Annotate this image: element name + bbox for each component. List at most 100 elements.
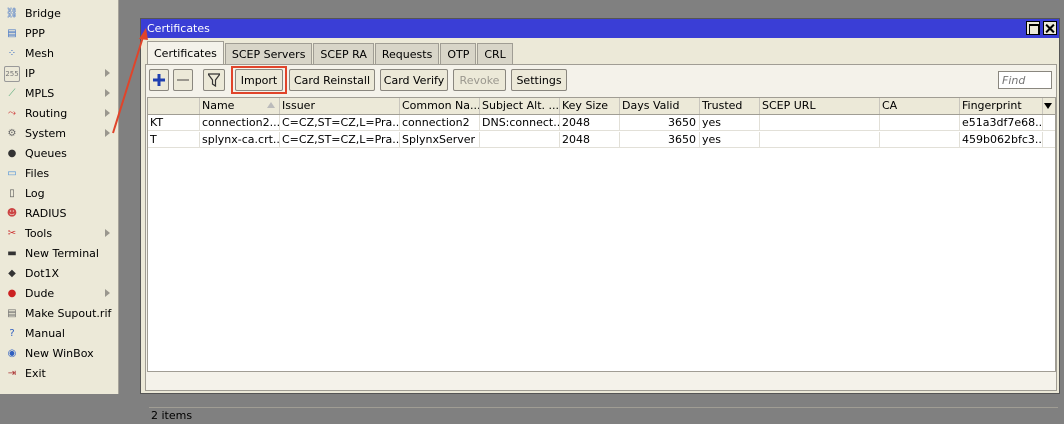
table-row[interactable]: KT connection2.... C=CZ,ST=CZ,L=Pra... conn… <box>148 115 1055 131</box>
cell-flags: T <box>148 132 200 148</box>
supout-document-icon: ▤ <box>7 307 17 319</box>
sidebar-item-manual[interactable]: ? Manual <box>4 324 116 343</box>
cell-days-valid: 3650 <box>620 115 700 131</box>
sidebar-item-label: Tools <box>25 227 53 240</box>
column-header-issuer[interactable]: Issuer <box>280 98 400 114</box>
sidebar-item-tools[interactable]: ✂ Tools <box>4 224 116 243</box>
add-button[interactable] <box>149 69 169 91</box>
tab-scep-ra[interactable]: SCEP RA <box>313 43 374 64</box>
sidebar-item-label: Bridge <box>25 7 61 20</box>
find-input[interactable] <box>998 71 1052 89</box>
submenu-arrow-icon <box>105 89 110 97</box>
card-verify-button[interactable]: Card Verify <box>380 69 448 91</box>
column-header-ca[interactable]: CA <box>880 98 960 114</box>
tab-crl[interactable]: CRL <box>477 43 513 64</box>
sidebar-item-files[interactable]: ▭ Files <box>4 164 116 183</box>
column-header-common-name[interactable]: Common Na... <box>400 98 480 114</box>
sidebar-item-system[interactable]: ⚙ System <box>4 124 116 143</box>
column-header-label: CA <box>882 99 898 112</box>
sidebar-item-label: System <box>25 127 67 140</box>
tab-scep-servers[interactable]: SCEP Servers <box>224 43 313 64</box>
settings-button[interactable]: Settings <box>511 69 567 91</box>
tab-bar: Certificates SCEP Servers SCEP RA Reques… <box>147 41 514 64</box>
certificates-window: Certificates Certificates SCEP Servers S… <box>140 18 1060 422</box>
window-title: Certificates <box>147 22 210 35</box>
submenu-arrow-icon <box>105 69 110 77</box>
plus-icon <box>153 74 165 86</box>
column-header-days-valid[interactable]: Days Valid <box>620 98 700 114</box>
sidebar-item-label: Queues <box>25 147 67 160</box>
sidebar-item-label: Exit <box>25 367 46 380</box>
cell-days-valid: 3650 <box>620 132 700 148</box>
table-row[interactable]: Tsplynx-ca.crt.... C=CZ,ST=CZ,L=Pra... Spl… <box>148 132 1055 148</box>
routing-icon: ⤳ <box>8 107 16 119</box>
bridge-icon: ⛓ <box>5 7 19 19</box>
winbox-icon: ◉ <box>7 347 17 359</box>
column-header-label: SCEP URL <box>762 99 816 112</box>
column-chooser-dropdown-icon[interactable] <box>1041 98 1055 114</box>
sidebar-item-label: RADIUS <box>25 207 67 220</box>
minus-icon <box>177 79 189 81</box>
column-header-name[interactable]: Name <box>200 98 280 114</box>
sidebar-item-make-supout-rif[interactable]: ▤ Make Supout.rif <box>4 304 116 323</box>
sidebar-item-dude[interactable]: ● Dude <box>4 284 116 303</box>
sidebar-item-queues[interactable]: ● Queues <box>4 144 116 163</box>
sidebar-item-ip[interactable]: 255 IP <box>4 64 116 83</box>
sidebar-item-exit[interactable]: ⇥ Exit <box>4 364 116 383</box>
card-reinstall-button[interactable]: Card Reinstall <box>289 69 375 91</box>
column-header-subject-alt-name[interactable]: Subject Alt. ... <box>480 98 560 114</box>
window-titlebar[interactable]: Certificates <box>141 19 1059 38</box>
column-header-trusted[interactable]: Trusted <box>700 98 760 114</box>
cell-subject-alt-name: DNS:connect... <box>482 115 560 131</box>
remove-button[interactable] <box>173 69 193 91</box>
sidebar-item-bridge[interactable]: ⛓ Bridge <box>4 4 116 23</box>
cell-scep-url <box>760 115 880 131</box>
sidebar-item-new-terminal[interactable]: ▬ New Terminal <box>4 244 116 263</box>
cell-name: splynx-ca.crt.... <box>202 132 280 148</box>
tab-certificates[interactable]: Certificates <box>147 41 224 64</box>
column-header-key-size[interactable]: Key Size <box>560 98 620 114</box>
tab-requests[interactable]: Requests <box>374 43 440 64</box>
sidebar-item-label: Make Supout.rif <box>25 307 112 320</box>
certificates-table: Name Issuer Common Na... Subject Alt. ... Ke… <box>147 97 1058 422</box>
column-header-label: Common Na... <box>402 99 480 112</box>
column-header-fingerprint[interactable]: Fingerprint <box>960 98 1043 114</box>
column-header-label: Trusted <box>702 99 743 112</box>
exit-icon: ⇥ <box>7 367 17 379</box>
close-window-icon[interactable] <box>1043 21 1057 35</box>
table-header: Name Issuer Common Na... Subject Alt. ... Ke… <box>148 98 1055 115</box>
sidebar-item-label: Mesh <box>25 47 54 60</box>
ppp-icon: ▤ <box>7 27 17 39</box>
column-header-flags[interactable] <box>148 98 200 114</box>
sidebar-item-dot1x[interactable]: ◆ Dot1X <box>4 264 116 283</box>
sidebar-item-ppp[interactable]: ▤ PPP <box>4 24 116 43</box>
sidebar-item-label: New WinBox <box>25 347 94 360</box>
filter-button[interactable] <box>203 69 225 91</box>
cell-fingerprint: 459b062bfc3... <box>962 132 1043 148</box>
toolbar: Import Card Reinstall Card Verify Revoke… <box>149 66 1054 94</box>
dude-icon: ● <box>7 287 17 299</box>
sidebar-item-mesh[interactable]: ⁘ Mesh <box>4 44 116 63</box>
restore-window-icon[interactable] <box>1026 21 1040 35</box>
sidebar-item-label: Log <box>25 187 45 200</box>
sidebar-item-new-winbox[interactable]: ◉ New WinBox <box>4 344 116 363</box>
cell-name: connection2.... <box>202 115 280 131</box>
sidebar-item-radius[interactable]: ☻ RADIUS <box>4 204 116 223</box>
sidebar-item-label: MPLS <box>25 87 55 100</box>
submenu-arrow-icon <box>105 289 110 297</box>
mpls-icon: ⟋ <box>8 87 16 99</box>
import-button[interactable]: Import <box>235 69 283 91</box>
column-header-scep-url[interactable]: SCEP URL <box>760 98 880 114</box>
tab-otp[interactable]: OTP <box>440 43 477 64</box>
sidebar-item-label: IP <box>25 67 35 80</box>
cell-key-size: 2048 <box>560 115 620 131</box>
cell-common-name: connection2 <box>400 115 480 131</box>
certificates-panel: Import Card Reinstall Card Verify Revoke… <box>145 64 1058 422</box>
sidebar-item-label: Dot1X <box>25 267 60 280</box>
revoke-button[interactable]: Revoke <box>453 69 506 91</box>
sidebar-item-mpls[interactable]: ⟋ MPLS <box>4 84 116 103</box>
sidebar-item-label: Manual <box>25 327 65 340</box>
column-header-label: Issuer <box>282 99 315 112</box>
sidebar-item-routing[interactable]: ⤳ Routing <box>4 104 116 123</box>
sidebar-item-log[interactable]: ▯ Log <box>4 184 116 203</box>
